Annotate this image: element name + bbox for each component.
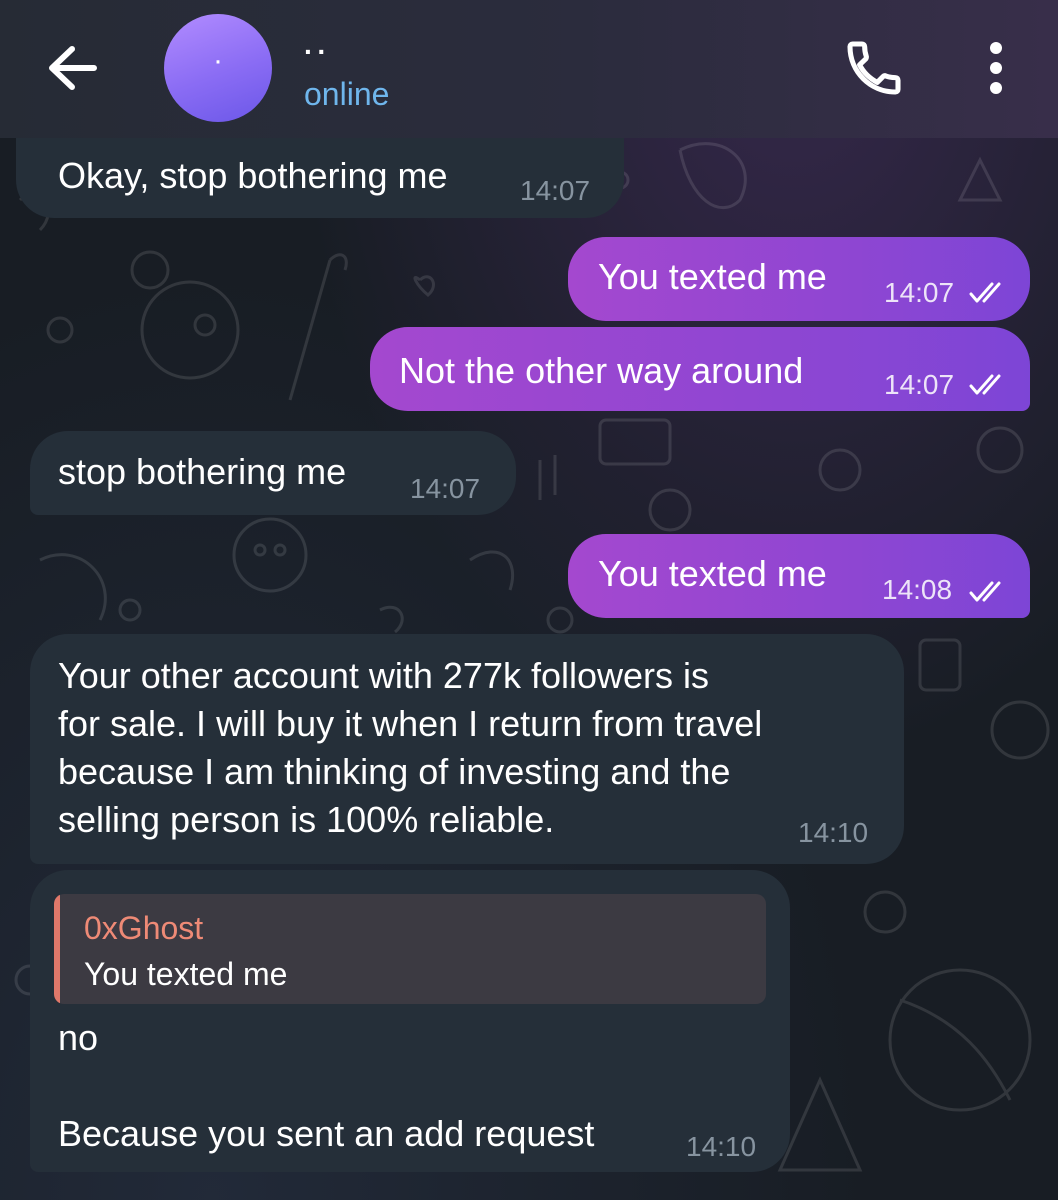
reply-accent-bar [54, 894, 60, 1004]
call-button[interactable] [842, 36, 906, 100]
back-button[interactable] [36, 36, 106, 100]
reply-sender: 0xGhost [84, 910, 204, 946]
message-time: 14:10 [798, 817, 869, 848]
more-vertical-icon [990, 42, 1002, 94]
message-bubble-outgoing[interactable]: You texted me 14:08 [568, 534, 1030, 618]
message-time: 14:08 [882, 574, 953, 605]
message-bubble-incoming[interactable]: Your other account with 277k followers i… [30, 634, 904, 864]
message-time: 14:07 [884, 277, 955, 308]
contact-status: online [304, 76, 390, 112]
message-bubble-incoming[interactable]: stop bothering me 14:07 [30, 431, 516, 515]
contact-name[interactable]: ·· [304, 38, 331, 66]
back-arrow-icon [49, 46, 97, 90]
message-text: Your other account with 277k followers i… [58, 655, 763, 840]
reply-quote[interactable]: 0xGhost You texted me [54, 894, 766, 1004]
double-check-icon [969, 282, 1001, 303]
reply-text: You texted me [84, 956, 288, 992]
message-time: 14:07 [884, 369, 955, 400]
message-text: stop bothering me [58, 451, 347, 492]
message-text: Okay, stop bothering me [58, 155, 448, 196]
message-time: 14:07 [520, 175, 591, 206]
message-text: You texted me [598, 553, 827, 594]
message-time: 14:07 [410, 473, 481, 504]
more-options-button[interactable] [970, 36, 1022, 100]
message-bubble-outgoing[interactable]: Not the other way around 14:07 [370, 327, 1030, 411]
chat-header: · ·· online [0, 0, 1058, 138]
message-text: no Because you sent an add request [58, 1017, 595, 1154]
double-check-icon [969, 581, 1001, 602]
contact-avatar[interactable]: · [164, 14, 272, 122]
message-bubble-incoming[interactable]: 0xGhost You texted me no Because you sen… [30, 870, 790, 1172]
message-text: Not the other way around [399, 350, 804, 391]
phone-icon [847, 41, 901, 95]
message-bubble-incoming[interactable]: Okay, stop bothering me 14:07 [16, 138, 624, 218]
message-bubble-outgoing[interactable]: You texted me 14:07 [568, 237, 1030, 321]
message-time: 14:10 [686, 1131, 757, 1162]
avatar-initial: · [213, 44, 223, 77]
message-text: You texted me [598, 256, 827, 297]
double-check-icon [969, 374, 1001, 395]
